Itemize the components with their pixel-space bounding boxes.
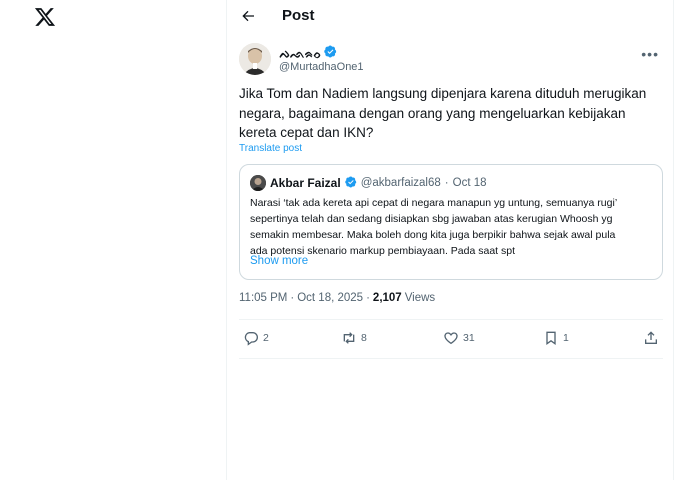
- verified-badge-icon: [344, 176, 357, 191]
- bookmark-icon: [546, 331, 556, 345]
- avatar[interactable]: [239, 43, 271, 75]
- show-more-link[interactable]: Show more: [250, 255, 308, 267]
- heart-icon: [444, 332, 458, 345]
- translate-post-link[interactable]: Translate post: [239, 143, 302, 154]
- reply-count: 2: [263, 332, 269, 344]
- bookmark-count: 1: [563, 332, 569, 344]
- quoted-display-name[interactable]: Akbar Faizal: [270, 176, 341, 190]
- quoted-avatar[interactable]: [250, 175, 266, 191]
- display-name[interactable]: ᨄᨒᨑᨔ: [279, 47, 322, 62]
- reply-button[interactable]: 2: [243, 324, 269, 352]
- left-navigation-rail: [0, 0, 226, 480]
- share-button[interactable]: [643, 324, 659, 352]
- like-count: 31: [463, 332, 475, 344]
- repost-icon: [343, 332, 355, 344]
- quoted-text: Narasi ‘tak ada kereta api cepat di nega…: [250, 195, 656, 259]
- quoted-text-line: ada potensi skenario markup pembiayaan. …: [250, 245, 515, 257]
- quoted-tweet[interactable]: Akbar Faizal @akbarfaizal68 · Oct 18 Nar…: [239, 164, 663, 280]
- tweet-author: ᨄᨒᨑᨔ @MurtadhaOne1 •••: [239, 43, 663, 77]
- quoted-text-line: Narasi ‘tak ada kereta api cepat di nega…: [250, 197, 618, 209]
- quoted-text-line: sepertinya telah dan sedang disiapkan sb…: [250, 213, 613, 225]
- separator-dot: ·: [444, 177, 449, 189]
- tweet-date[interactable]: Oct 18, 2025: [297, 292, 363, 304]
- back-button[interactable]: [237, 5, 259, 27]
- reply-icon: [244, 332, 258, 346]
- share-icon: [645, 331, 657, 344]
- divider: [239, 319, 663, 320]
- quoted-tweet-header: Akbar Faizal @akbarfaizal68 · Oct 18: [250, 175, 487, 191]
- action-bar: 2 8 31 1: [239, 324, 663, 352]
- main-column: Post ᨄᨒᨑᨔ @MurtadhaOne1 ••• Jika Tom dan…: [226, 0, 674, 480]
- divider: [239, 358, 663, 359]
- meta-separator: ·: [366, 292, 370, 304]
- tweet-time[interactable]: 11:05 PM: [239, 292, 287, 304]
- author-handle[interactable]: @MurtadhaOne1: [279, 61, 364, 73]
- repost-count: 8: [361, 332, 367, 344]
- quoted-text-line: semakin membesar. Maka boleh dong kita j…: [250, 229, 616, 241]
- repost-button[interactable]: 8: [341, 324, 367, 352]
- back-arrow-icon: [242, 10, 254, 22]
- page-header: Post: [227, 0, 675, 32]
- like-button[interactable]: 31: [443, 324, 475, 352]
- quoted-date[interactable]: Oct 18: [453, 177, 487, 189]
- quoted-handle: @akbarfaizal68: [360, 177, 441, 189]
- views-label: Views: [404, 292, 436, 304]
- x-logo-icon[interactable]: [34, 6, 56, 28]
- views-count: 2,107: [372, 292, 402, 304]
- tweet-meta: 11:05 PM · Oct 18, 2025 · 2,107 Views: [239, 292, 435, 304]
- more-options-icon[interactable]: •••: [641, 46, 659, 62]
- meta-separator: ·: [290, 292, 295, 304]
- bookmark-button[interactable]: 1: [543, 324, 569, 352]
- tweet-text: Jika Tom dan Nadiem langsung dipenjara k…: [239, 86, 647, 140]
- page-title: Post: [282, 7, 315, 24]
